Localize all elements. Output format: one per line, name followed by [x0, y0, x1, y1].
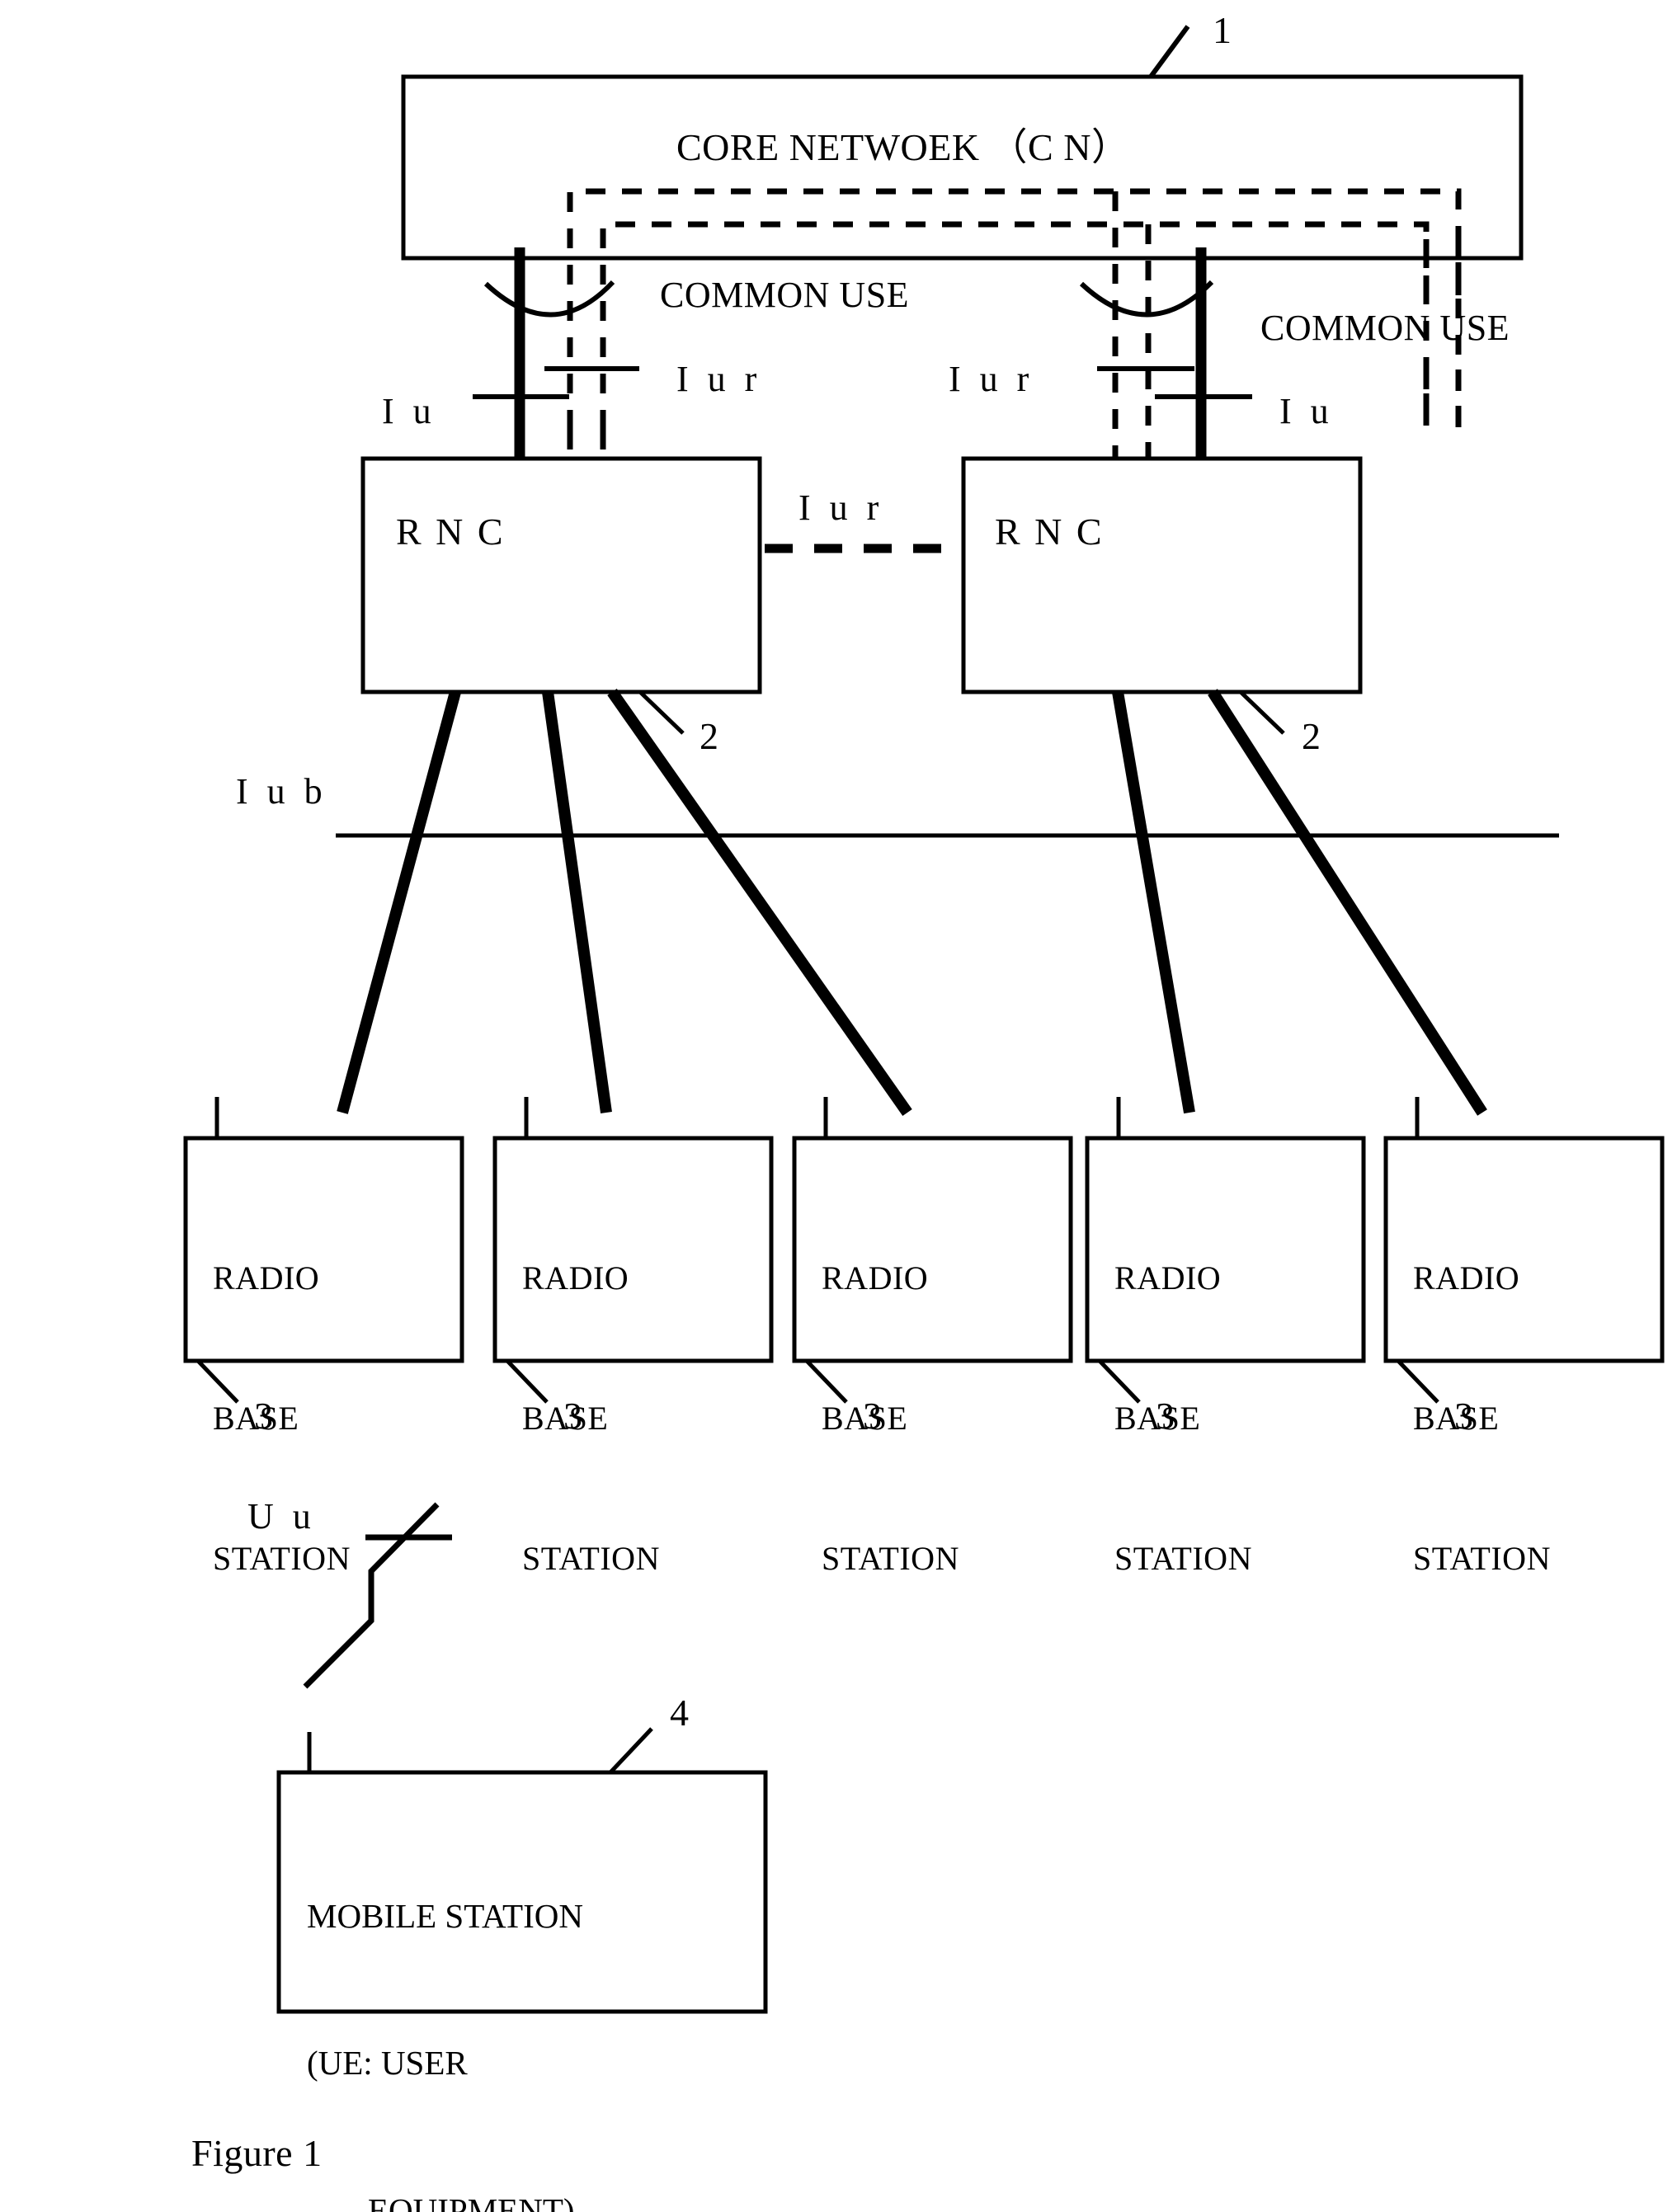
rbs-label-2-line1: RADIO [522, 1259, 629, 1297]
rnc-box-right [961, 456, 1363, 694]
rnc-label-right: R N C [995, 511, 1105, 553]
rbs-label-3-line2: BASE [822, 1399, 908, 1437]
rnc-label-left: R N C [396, 511, 506, 553]
mobile-station-line3: EQUIPMENT) [368, 2191, 575, 2212]
ref-number-rbs-3: 3 [863, 1395, 882, 1437]
rbs-label-3-line1: RADIO [822, 1259, 929, 1297]
rbs-label-5-line3: STATION [1413, 1540, 1551, 1578]
rbs-label-5-line1: RADIO [1413, 1259, 1520, 1297]
rbs-label-2: RADIO BASE STATION [522, 1161, 660, 1677]
ref-leader-mobile-station [609, 1727, 653, 1774]
ref-leader-rnc-left [638, 690, 685, 735]
interface-label-iur-top-left: I u r [676, 359, 762, 399]
common-use-label-right: COMMON USE [1260, 308, 1510, 348]
rbs-label-1-line3: STATION [213, 1540, 351, 1578]
common-use-label-left: COMMON USE [660, 275, 910, 315]
ref-leader-1 [1148, 25, 1190, 78]
ref-number-rbs-5: 3 [1454, 1395, 1473, 1437]
rbs-label-1: RADIO BASE STATION [213, 1161, 351, 1677]
iub-link-4 [1112, 690, 1195, 1114]
rbs-label-3: RADIO BASE STATION [822, 1161, 959, 1677]
interface-label-iu-left: I u [382, 391, 436, 431]
ref-number-rnc-right: 2 [1302, 715, 1321, 757]
mobile-station-line1: MOBILE STATION [307, 1896, 583, 1935]
core-network-label: CORE NETWOEK （C N） [676, 126, 1130, 168]
common-use-arc-left [483, 280, 615, 318]
interface-label-iu-right: I u [1279, 391, 1334, 431]
ref-number-rbs-2: 3 [563, 1395, 582, 1437]
iub-link-3 [607, 688, 912, 1117]
rbs-label-4-line2: BASE [1114, 1399, 1201, 1437]
iub-link-2 [542, 691, 612, 1113]
rbs-label-4: RADIO BASE STATION [1114, 1161, 1252, 1677]
rbs-label-1-line2: BASE [213, 1399, 299, 1437]
patent-figure-page: 1 CORE NETWOEK （C N） COMMON USE COMMON U… [0, 0, 1677, 2212]
rbs-label-4-line1: RADIO [1114, 1259, 1222, 1297]
rbs-label-4-line3: STATION [1114, 1540, 1252, 1578]
rbs-label-5-line2: BASE [1413, 1399, 1500, 1437]
rbs-label-2-line2: BASE [522, 1399, 609, 1437]
figure-caption: Figure 1 [191, 2132, 323, 2174]
rbs-label-5: RADIO BASE STATION [1413, 1161, 1551, 1677]
interface-label-iub: I u b [236, 771, 327, 812]
ref-number-1: 1 [1213, 9, 1232, 51]
mobile-station-label: MOBILE STATION (UE: USER EQUIPMENT) [307, 1794, 583, 2212]
interface-label-uu: U u [247, 1496, 316, 1537]
interface-label-iur-top-right: I u r [949, 359, 1034, 399]
mobile-station-line2: (UE: USER [307, 2044, 468, 2083]
iub-link-1 [337, 690, 461, 1114]
ref-number-rbs-1: 3 [254, 1395, 273, 1437]
ref-leader-rnc-right [1239, 690, 1285, 735]
ref-number-rbs-4: 3 [1156, 1395, 1175, 1437]
ref-number-rnc-left: 2 [700, 715, 718, 757]
rbs-label-3-line3: STATION [822, 1540, 959, 1578]
ref-number-mobile-station: 4 [670, 1692, 689, 1734]
rbs-label-2-line3: STATION [522, 1540, 660, 1578]
interface-label-iur-middle: I u r [798, 487, 884, 528]
rbs-label-1-line1: RADIO [213, 1259, 320, 1297]
rnc-box-left [360, 456, 762, 694]
iub-link-5 [1208, 689, 1487, 1116]
